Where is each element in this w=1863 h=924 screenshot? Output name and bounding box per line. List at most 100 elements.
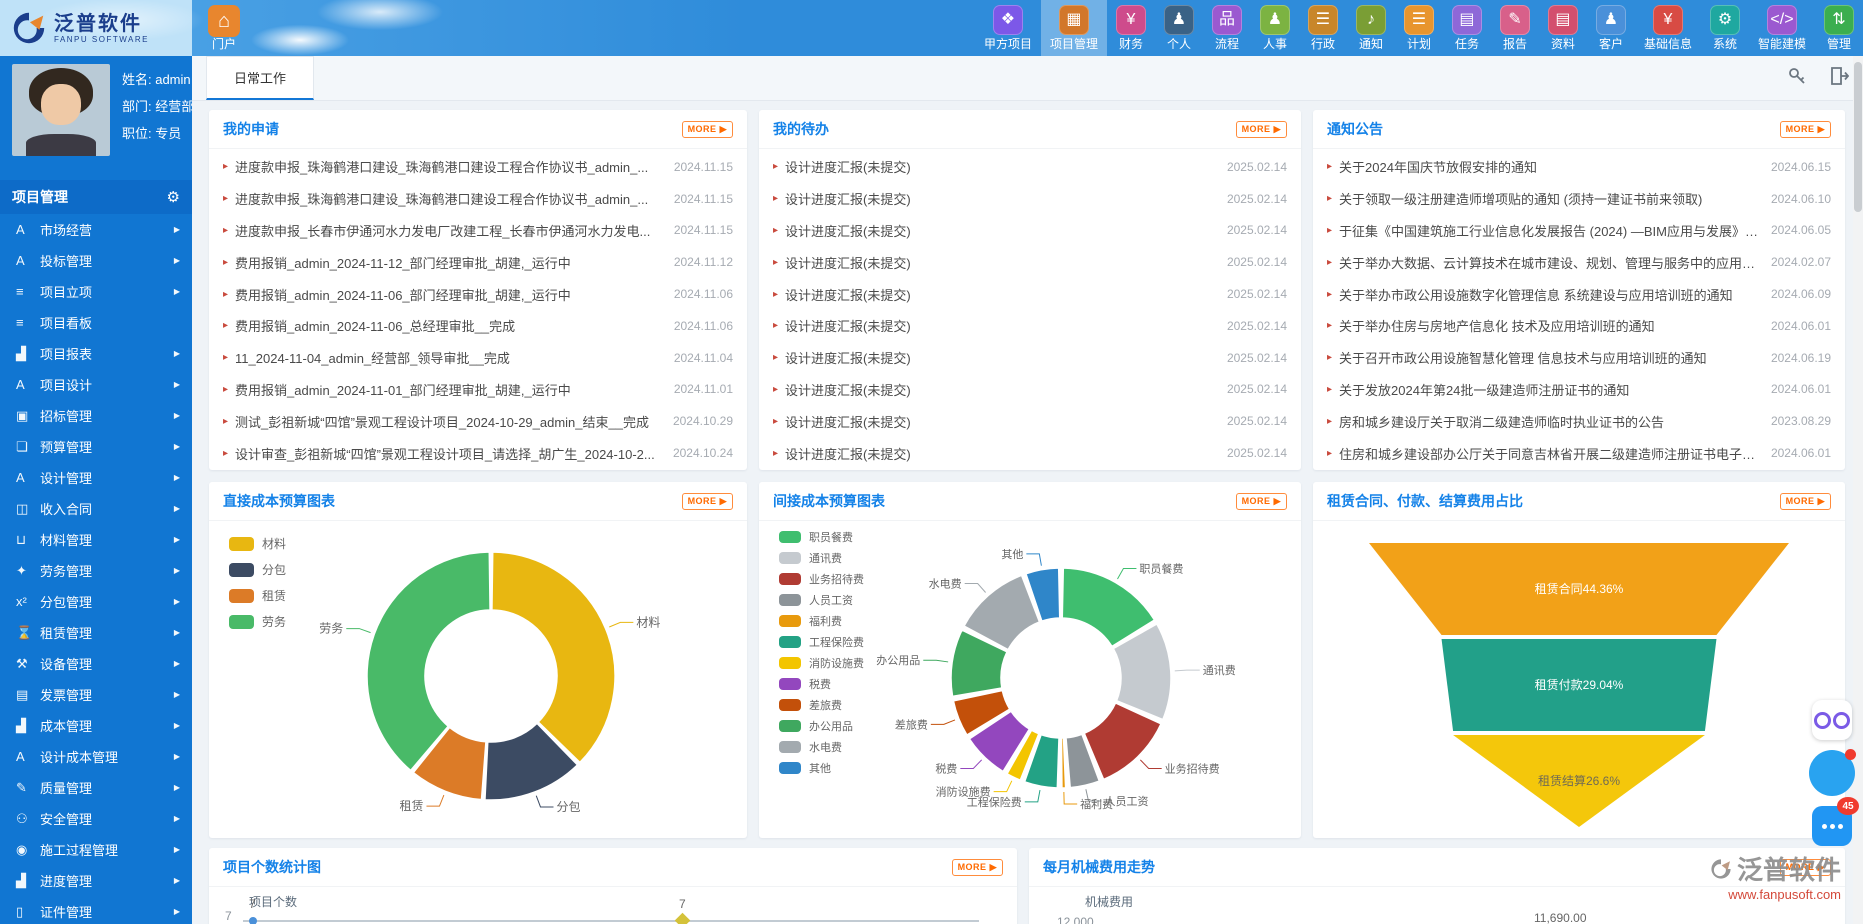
more-button[interactable]: MORE ▶ [682, 121, 733, 138]
notice-list-item[interactable]: ▸ 关于举办市政公用设施数字化管理信息 系统建设与应用培训班的通知 2024.0… [1327, 282, 1831, 306]
application-list-item[interactable]: ▸ 费用报销_admin_2024-11-12_部门经理审批_胡建,_运行中 2… [223, 250, 733, 274]
more-button[interactable]: MORE ▶ [682, 493, 733, 510]
notice-list-item[interactable]: ▸ 房和城乡建设厅关于取消二级建造师临时执业证书的公告 2023.08.29 [1327, 409, 1831, 433]
more-button[interactable]: MORE ▶ [952, 859, 1003, 876]
top-nav-item[interactable]: ☰ 计划 [1395, 0, 1443, 56]
notice-list-item[interactable]: ▸ 于征集《中国建筑施工行业信息化发展报告 (2024) —BIM应用与发展》材… [1327, 218, 1831, 242]
scrollbar-thumb[interactable] [1854, 62, 1862, 212]
legend-item[interactable]: 分包 [229, 561, 286, 578]
sidebar-menu-item[interactable]: ▯ 证件管理 ▶ [0, 896, 192, 924]
legend-item[interactable]: 差旅费 [779, 697, 864, 713]
notice-list-item[interactable]: ▸ 关于领取一级注册建造师增项贴的通知 (须持一建证书前来领取) 2024.06… [1327, 187, 1831, 211]
top-nav-item[interactable]: ♟ 客户 [1587, 0, 1635, 56]
sidebar-menu-item[interactable]: A 设计管理 ▶ [0, 462, 192, 493]
notice-list-item[interactable]: ▸ 关于2024年国庆节放假安排的通知 2024.06.15 [1327, 155, 1831, 179]
notice-list-item[interactable]: ▸ 住房和城乡建设部办公厅关于同意吉林省开展二级建造师注册证书电子化试点... … [1327, 441, 1831, 465]
todo-list-item[interactable]: ▸ 设计进度汇报(未提交) 2025.02.14 [773, 218, 1287, 242]
application-list-item[interactable]: ▸ 进度款申报_珠海鹤港口建设_珠海鹤港口建设工程合作协议书_admin_...… [223, 187, 733, 211]
sidebar-menu-item[interactable]: ⚒ 设备管理 ▶ [0, 648, 192, 679]
legend-item[interactable]: 其他 [779, 760, 864, 776]
more-button[interactable]: MORE ▶ [1780, 493, 1831, 510]
gear-icon[interactable]: ⚙ [167, 188, 180, 206]
notice-list-item[interactable]: ▸ 关于发放2024年第24批一级建造师注册证书的通知 2024.06.01 [1327, 377, 1831, 401]
legend-item[interactable]: 工程保险费 [779, 634, 864, 650]
top-nav-item[interactable]: ⇅ 管理 [1815, 0, 1863, 56]
top-nav-item[interactable]: ✎ 报告 [1491, 0, 1539, 56]
legend-item[interactable]: 税费 [779, 676, 864, 692]
top-nav-item[interactable]: ¥ 基础信息 [1635, 0, 1701, 56]
sidebar-menu-item[interactable]: ▤ 发票管理 ▶ [0, 679, 192, 710]
sidebar-menu-item[interactable]: A 项目设计 ▶ [0, 369, 192, 400]
todo-list-item[interactable]: ▸ 设计进度汇报(未提交) 2025.02.14 [773, 250, 1287, 274]
sidebar-menu-item[interactable]: ▟ 项目报表 ▶ [0, 338, 192, 369]
notice-list-item[interactable]: ▸ 关于举办住房与房地产信息化 技术及应用培训班的通知 2024.06.01 [1327, 314, 1831, 338]
legend-item[interactable]: 消防设施费 [779, 655, 864, 671]
todo-list-item[interactable]: ▸ 设计进度汇报(未提交) 2025.02.14 [773, 314, 1287, 338]
todo-list-item[interactable]: ▸ 设计进度汇报(未提交) 2025.02.14 [773, 441, 1287, 465]
sidebar-menu-item[interactable]: ❏ 预算管理 ▶ [0, 431, 192, 462]
sidebar-menu-item[interactable]: ⚇ 安全管理 ▶ [0, 803, 192, 834]
todo-list-item[interactable]: ▸ 设计进度汇报(未提交) 2025.02.14 [773, 377, 1287, 401]
top-nav-item[interactable]: ♪ 通知 [1347, 0, 1395, 56]
todo-list-item[interactable]: ▸ 设计进度汇报(未提交) 2025.02.14 [773, 187, 1287, 211]
change-password-key-icon[interactable] [1787, 66, 1807, 86]
application-list-item[interactable]: ▸ 费用报销_admin_2024-11-06_部门经理审批_胡建,_运行中 2… [223, 282, 733, 306]
sidebar-menu-item[interactable]: ▟ 进度管理 ▶ [0, 865, 192, 896]
avatar[interactable] [12, 64, 110, 156]
sidebar-menu-item[interactable]: ≡ 项目看板 [0, 307, 192, 338]
top-nav-item[interactable]: ♟ 个人 [1155, 0, 1203, 56]
application-list-item[interactable]: ▸ 测试_彭祖新城“四馆”景观工程设计项目_2024-10-29_admin_结… [223, 409, 733, 433]
sidebar-menu-item[interactable]: ▟ 成本管理 ▶ [0, 710, 192, 741]
notice-list-item[interactable]: ▸ 关于召开市政公用设施智慧化管理 信息技术与应用培训班的通知 2024.06.… [1327, 346, 1831, 370]
sidebar-menu-item[interactable]: A 市场经营 ▶ [0, 214, 192, 245]
sidebar-menu-item[interactable]: ▣ 招标管理 ▶ [0, 400, 192, 431]
legend-item[interactable]: 劳务 [229, 613, 286, 630]
more-button[interactable]: MORE ▶ [1780, 121, 1831, 138]
top-nav-item[interactable]: ▦ 项目管理 [1041, 0, 1107, 56]
sidebar-menu-item[interactable]: ◫ 收入合同 ▶ [0, 493, 192, 524]
top-nav-item[interactable]: 品 流程 [1203, 0, 1251, 56]
todo-list-item[interactable]: ▸ 设计进度汇报(未提交) 2025.02.14 [773, 282, 1287, 306]
sidebar-menu-item[interactable]: A 设计成本管理 ▶ [0, 741, 192, 772]
top-nav-item[interactable]: ❖ 甲方项目 [975, 0, 1041, 56]
sidebar-menu-item[interactable]: ◉ 施工过程管理 ▶ [0, 834, 192, 865]
customer-service-icon[interactable] [1812, 700, 1852, 740]
application-list-item[interactable]: ▸ 进度款申报_长春市伊通河水力发电厂改建工程_长春市伊通河水力发电... 20… [223, 218, 733, 242]
logout-icon[interactable] [1829, 66, 1849, 86]
legend-item[interactable]: 福利费 [779, 613, 864, 629]
sidebar-menu-item[interactable]: A 投标管理 ▶ [0, 245, 192, 276]
top-nav-item[interactable]: ¥ 财务 [1107, 0, 1155, 56]
top-nav-item[interactable]: ▤ 资料 [1539, 0, 1587, 56]
todo-list-item[interactable]: ▸ 设计进度汇报(未提交) 2025.02.14 [773, 346, 1287, 370]
contact-bubble-icon[interactable] [1809, 750, 1855, 796]
application-list-item[interactable]: ▸ 进度款申报_珠海鹤港口建设_珠海鹤港口建设工程合作协议书_admin_...… [223, 155, 733, 179]
more-button[interactable]: MORE ▶ [1236, 121, 1287, 138]
chat-icon[interactable]: 45 [1812, 806, 1852, 846]
tab-daily-work[interactable]: 日常工作 [206, 56, 314, 100]
legend-item[interactable]: 通讯费 [779, 550, 864, 566]
top-nav-item[interactable]: </> 智能建模 [1749, 0, 1815, 56]
application-list-item[interactable]: ▸ 费用报销_admin_2024-11-06_总经理审批__完成 2024.1… [223, 314, 733, 338]
legend-item[interactable]: 职员餐费 [779, 529, 864, 545]
sidebar-menu-item[interactable]: ✎ 质量管理 ▶ [0, 772, 192, 803]
more-button[interactable]: MORE ▶ [1236, 493, 1287, 510]
application-list-item[interactable]: ▸ 11_2024-11-04_admin_经营部_领导审批__完成 2024.… [223, 346, 733, 370]
sidebar-menu-item[interactable]: ⊔ 材料管理 ▶ [0, 524, 192, 555]
nav-item-portal[interactable]: ⌂ 门户 [208, 5, 240, 51]
legend-item[interactable]: 水电费 [779, 739, 864, 755]
top-nav-item[interactable]: ☰ 行政 [1299, 0, 1347, 56]
sidebar-menu-item[interactable]: x² 分包管理 ▶ [0, 586, 192, 617]
legend-item[interactable]: 人员工资 [779, 592, 864, 608]
application-list-item[interactable]: ▸ 设计审查_彭祖新城“四馆”景观工程设计项目_请选择_胡广生_2024-10-… [223, 441, 733, 465]
sidebar-menu-item[interactable]: ⌛ 租赁管理 ▶ [0, 617, 192, 648]
legend-item[interactable]: 业务招待费 [779, 571, 864, 587]
top-nav-item[interactable]: ▤ 任务 [1443, 0, 1491, 56]
legend-item[interactable]: 办公用品 [779, 718, 864, 734]
legend-item[interactable]: 材料 [229, 535, 286, 552]
legend-item[interactable]: 租赁 [229, 587, 286, 604]
top-nav-item[interactable]: ♟ 人事 [1251, 0, 1299, 56]
top-nav-item[interactable]: ⚙ 系统 [1701, 0, 1749, 56]
sidebar-menu-item[interactable]: ≡ 项目立项 ▶ [0, 276, 192, 307]
sidebar-menu-item[interactable]: ✦ 劳务管理 ▶ [0, 555, 192, 586]
todo-list-item[interactable]: ▸ 设计进度汇报(未提交) 2025.02.14 [773, 155, 1287, 179]
